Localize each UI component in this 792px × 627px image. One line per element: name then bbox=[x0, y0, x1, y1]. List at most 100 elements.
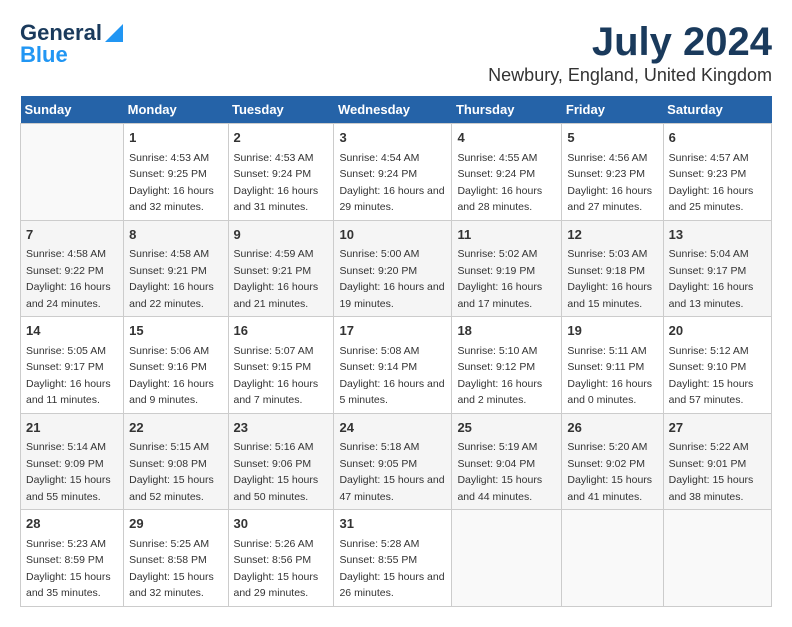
calendar-cell: 28 Sunrise: 5:23 AMSunset: 8:59 PMDaylig… bbox=[21, 510, 124, 607]
logo: General Blue bbox=[20, 20, 123, 68]
day-number: 10 bbox=[339, 225, 446, 245]
day-info: Sunrise: 5:20 AMSunset: 9:02 PMDaylight:… bbox=[567, 441, 652, 503]
col-friday: Friday bbox=[562, 96, 663, 124]
day-info: Sunrise: 5:14 AMSunset: 9:09 PMDaylight:… bbox=[26, 441, 111, 503]
day-info: Sunrise: 5:28 AMSunset: 8:55 PMDaylight:… bbox=[339, 538, 444, 600]
calendar-cell: 21 Sunrise: 5:14 AMSunset: 9:09 PMDaylig… bbox=[21, 413, 124, 510]
day-number: 14 bbox=[26, 321, 118, 341]
day-number: 5 bbox=[567, 128, 657, 148]
calendar-cell: 16 Sunrise: 5:07 AMSunset: 9:15 PMDaylig… bbox=[228, 317, 334, 414]
calendar-cell: 6 Sunrise: 4:57 AMSunset: 9:23 PMDayligh… bbox=[663, 124, 771, 221]
header: General Blue July 2024 Newbury, England,… bbox=[20, 20, 772, 86]
calendar-cell: 5 Sunrise: 4:56 AMSunset: 9:23 PMDayligh… bbox=[562, 124, 663, 221]
day-number: 23 bbox=[234, 418, 329, 438]
logo-blue-text: Blue bbox=[20, 42, 68, 68]
calendar-week-row: 14 Sunrise: 5:05 AMSunset: 9:17 PMDaylig… bbox=[21, 317, 772, 414]
calendar-cell: 20 Sunrise: 5:12 AMSunset: 9:10 PMDaylig… bbox=[663, 317, 771, 414]
day-info: Sunrise: 5:22 AMSunset: 9:01 PMDaylight:… bbox=[669, 441, 754, 503]
calendar-week-row: 7 Sunrise: 4:58 AMSunset: 9:22 PMDayligh… bbox=[21, 220, 772, 317]
day-number: 11 bbox=[457, 225, 556, 245]
calendar-week-row: 21 Sunrise: 5:14 AMSunset: 9:09 PMDaylig… bbox=[21, 413, 772, 510]
day-info: Sunrise: 4:57 AMSunset: 9:23 PMDaylight:… bbox=[669, 152, 754, 214]
day-info: Sunrise: 4:53 AMSunset: 9:24 PMDaylight:… bbox=[234, 152, 319, 214]
day-number: 2 bbox=[234, 128, 329, 148]
day-info: Sunrise: 4:58 AMSunset: 9:21 PMDaylight:… bbox=[129, 248, 214, 310]
day-number: 8 bbox=[129, 225, 222, 245]
calendar-cell: 14 Sunrise: 5:05 AMSunset: 9:17 PMDaylig… bbox=[21, 317, 124, 414]
day-number: 6 bbox=[669, 128, 766, 148]
day-number: 26 bbox=[567, 418, 657, 438]
day-info: Sunrise: 4:58 AMSunset: 9:22 PMDaylight:… bbox=[26, 248, 111, 310]
day-number: 15 bbox=[129, 321, 222, 341]
day-number: 29 bbox=[129, 514, 222, 534]
calendar-cell: 7 Sunrise: 4:58 AMSunset: 9:22 PMDayligh… bbox=[21, 220, 124, 317]
day-number: 25 bbox=[457, 418, 556, 438]
calendar-cell bbox=[21, 124, 124, 221]
day-number: 30 bbox=[234, 514, 329, 534]
day-info: Sunrise: 5:10 AMSunset: 9:12 PMDaylight:… bbox=[457, 345, 542, 407]
calendar-cell: 2 Sunrise: 4:53 AMSunset: 9:24 PMDayligh… bbox=[228, 124, 334, 221]
calendar-cell: 8 Sunrise: 4:58 AMSunset: 9:21 PMDayligh… bbox=[124, 220, 228, 317]
col-sunday: Sunday bbox=[21, 96, 124, 124]
day-number: 24 bbox=[339, 418, 446, 438]
col-monday: Monday bbox=[124, 96, 228, 124]
day-info: Sunrise: 4:53 AMSunset: 9:25 PMDaylight:… bbox=[129, 152, 214, 214]
calendar-cell: 26 Sunrise: 5:20 AMSunset: 9:02 PMDaylig… bbox=[562, 413, 663, 510]
day-number: 9 bbox=[234, 225, 329, 245]
day-info: Sunrise: 5:00 AMSunset: 9:20 PMDaylight:… bbox=[339, 248, 444, 310]
day-number: 16 bbox=[234, 321, 329, 341]
day-number: 20 bbox=[669, 321, 766, 341]
calendar-cell: 25 Sunrise: 5:19 AMSunset: 9:04 PMDaylig… bbox=[452, 413, 562, 510]
day-number: 7 bbox=[26, 225, 118, 245]
calendar-cell: 1 Sunrise: 4:53 AMSunset: 9:25 PMDayligh… bbox=[124, 124, 228, 221]
calendar-cell: 17 Sunrise: 5:08 AMSunset: 9:14 PMDaylig… bbox=[334, 317, 452, 414]
day-number: 17 bbox=[339, 321, 446, 341]
day-number: 18 bbox=[457, 321, 556, 341]
calendar-cell: 13 Sunrise: 5:04 AMSunset: 9:17 PMDaylig… bbox=[663, 220, 771, 317]
day-info: Sunrise: 5:16 AMSunset: 9:06 PMDaylight:… bbox=[234, 441, 319, 503]
col-thursday: Thursday bbox=[452, 96, 562, 124]
day-number: 28 bbox=[26, 514, 118, 534]
day-number: 19 bbox=[567, 321, 657, 341]
calendar-cell: 10 Sunrise: 5:00 AMSunset: 9:20 PMDaylig… bbox=[334, 220, 452, 317]
calendar-cell: 11 Sunrise: 5:02 AMSunset: 9:19 PMDaylig… bbox=[452, 220, 562, 317]
day-info: Sunrise: 5:12 AMSunset: 9:10 PMDaylight:… bbox=[669, 345, 754, 407]
calendar-cell bbox=[663, 510, 771, 607]
calendar-week-row: 1 Sunrise: 4:53 AMSunset: 9:25 PMDayligh… bbox=[21, 124, 772, 221]
day-info: Sunrise: 5:19 AMSunset: 9:04 PMDaylight:… bbox=[457, 441, 542, 503]
day-info: Sunrise: 5:26 AMSunset: 8:56 PMDaylight:… bbox=[234, 538, 319, 600]
day-number: 21 bbox=[26, 418, 118, 438]
day-number: 22 bbox=[129, 418, 222, 438]
day-info: Sunrise: 5:06 AMSunset: 9:16 PMDaylight:… bbox=[129, 345, 214, 407]
col-tuesday: Tuesday bbox=[228, 96, 334, 124]
day-info: Sunrise: 4:59 AMSunset: 9:21 PMDaylight:… bbox=[234, 248, 319, 310]
day-info: Sunrise: 5:02 AMSunset: 9:19 PMDaylight:… bbox=[457, 248, 542, 310]
calendar-week-row: 28 Sunrise: 5:23 AMSunset: 8:59 PMDaylig… bbox=[21, 510, 772, 607]
calendar-cell: 9 Sunrise: 4:59 AMSunset: 9:21 PMDayligh… bbox=[228, 220, 334, 317]
calendar-table: Sunday Monday Tuesday Wednesday Thursday… bbox=[20, 96, 772, 607]
location-title: Newbury, England, United Kingdom bbox=[488, 65, 772, 86]
day-number: 31 bbox=[339, 514, 446, 534]
day-info: Sunrise: 5:18 AMSunset: 9:05 PMDaylight:… bbox=[339, 441, 444, 503]
day-info: Sunrise: 5:07 AMSunset: 9:15 PMDaylight:… bbox=[234, 345, 319, 407]
calendar-cell bbox=[452, 510, 562, 607]
day-info: Sunrise: 4:54 AMSunset: 9:24 PMDaylight:… bbox=[339, 152, 444, 214]
calendar-cell: 29 Sunrise: 5:25 AMSunset: 8:58 PMDaylig… bbox=[124, 510, 228, 607]
day-info: Sunrise: 4:56 AMSunset: 9:23 PMDaylight:… bbox=[567, 152, 652, 214]
logo-triangle-icon bbox=[105, 24, 123, 47]
day-info: Sunrise: 5:05 AMSunset: 9:17 PMDaylight:… bbox=[26, 345, 111, 407]
calendar-cell: 3 Sunrise: 4:54 AMSunset: 9:24 PMDayligh… bbox=[334, 124, 452, 221]
col-wednesday: Wednesday bbox=[334, 96, 452, 124]
day-info: Sunrise: 5:25 AMSunset: 8:58 PMDaylight:… bbox=[129, 538, 214, 600]
day-number: 3 bbox=[339, 128, 446, 148]
calendar-cell bbox=[562, 510, 663, 607]
day-number: 1 bbox=[129, 128, 222, 148]
day-info: Sunrise: 5:11 AMSunset: 9:11 PMDaylight:… bbox=[567, 345, 652, 407]
day-number: 27 bbox=[669, 418, 766, 438]
day-number: 12 bbox=[567, 225, 657, 245]
calendar-cell: 24 Sunrise: 5:18 AMSunset: 9:05 PMDaylig… bbox=[334, 413, 452, 510]
title-section: July 2024 Newbury, England, United Kingd… bbox=[488, 20, 772, 86]
calendar-cell: 30 Sunrise: 5:26 AMSunset: 8:56 PMDaylig… bbox=[228, 510, 334, 607]
calendar-cell: 4 Sunrise: 4:55 AMSunset: 9:24 PMDayligh… bbox=[452, 124, 562, 221]
calendar-cell: 27 Sunrise: 5:22 AMSunset: 9:01 PMDaylig… bbox=[663, 413, 771, 510]
